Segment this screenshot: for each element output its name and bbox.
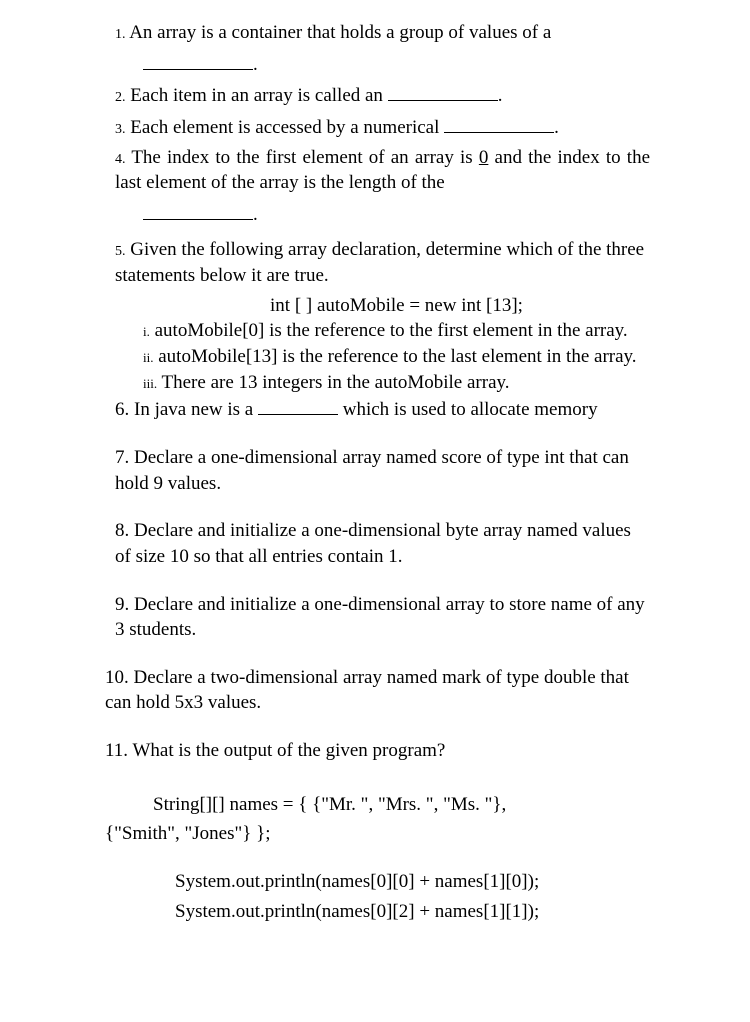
q11-code-line1: String[][] names = { {"Mr. ", "Mrs. ", "… xyxy=(153,792,650,818)
q3-number: 3. xyxy=(115,122,126,137)
question-9: 9. Declare and initialize a one-dimensio… xyxy=(115,592,650,643)
q11-code-line4: System.out.println(names[0][2] + names[1… xyxy=(175,899,650,925)
q4-zero: 0 xyxy=(479,147,489,168)
q5-i-text: autoMobile[0] is the reference to the fi… xyxy=(155,320,628,341)
q5-i-num: i. xyxy=(143,324,150,339)
question-7: 7. Declare a one-dimensional array named… xyxy=(115,445,650,496)
q7-text: Declare a one-dimensional array named sc… xyxy=(115,447,629,494)
q5-intro: Given the following array declaration, d… xyxy=(115,239,644,286)
q5-iii-num: iii. xyxy=(143,376,157,391)
question-1: 1. An array is a container that holds a … xyxy=(115,20,650,46)
q11-code-line3: System.out.println(names[0][0] + names[1… xyxy=(175,869,650,895)
q1-number: 1. xyxy=(115,27,126,42)
q5-ii-num: ii. xyxy=(143,350,153,365)
blank xyxy=(388,81,498,101)
q5-declaration: int [ ] autoMobile = new int [13]; xyxy=(143,293,650,319)
q4-line2: . xyxy=(143,200,650,228)
q11-number: 11. xyxy=(105,740,128,761)
q1-period: . xyxy=(253,54,258,75)
q5-sub-i: i. autoMobile[0] is the reference to the… xyxy=(165,318,650,344)
q6-text-a: In java new is a xyxy=(134,399,258,420)
q9-number: 9. xyxy=(115,594,129,615)
blank xyxy=(258,395,338,415)
q11-code-line2: {"Smith", "Jones"} }; xyxy=(105,821,650,847)
q10-number: 10. xyxy=(105,667,129,688)
question-4: 4. The index to the first element of an … xyxy=(115,145,650,196)
q4-text-a: The index to the first element of an arr… xyxy=(131,147,479,168)
q8-text: Declare and initialize a one-dimensional… xyxy=(115,520,631,567)
question-2: 2. Each item in an array is called an . xyxy=(115,81,650,109)
q2-number: 2. xyxy=(115,90,126,105)
q6-number: 6. xyxy=(115,399,129,420)
q9-text: Declare and initialize a one-dimensional… xyxy=(115,594,645,641)
blank xyxy=(143,200,253,220)
blank xyxy=(143,50,253,70)
blank xyxy=(444,113,554,133)
q5-sub-ii: ii. autoMobile[13] is the reference to t… xyxy=(165,344,650,370)
q8-number: 8. xyxy=(115,520,129,541)
question-3: 3. Each element is accessed by a numeric… xyxy=(115,113,650,141)
question-5: 5. Given the following array declaration… xyxy=(115,237,650,288)
q1-line2: . xyxy=(143,50,650,78)
q7-number: 7. xyxy=(115,447,129,468)
q5-ii-text: autoMobile[13] is the reference to the l… xyxy=(158,346,636,367)
q6-text-b: which is used to allocate memory xyxy=(338,399,598,420)
q5-iii-text: There are 13 integers in the autoMobile … xyxy=(162,372,510,393)
q3-period: . xyxy=(554,117,559,138)
q11-text: What is the output of the given program? xyxy=(132,740,445,761)
q2-period: . xyxy=(498,85,503,106)
q4-period: . xyxy=(253,204,258,225)
q3-text-a: Each element is accessed by a numerical xyxy=(130,117,444,138)
q10-text: Declare a two-dimensional array named ma… xyxy=(105,667,629,714)
question-6: 6. In java new is a which is used to all… xyxy=(115,395,650,423)
question-11: 11. What is the output of the given prog… xyxy=(105,738,650,764)
q5-sub-iii: iii. There are 13 integers in the autoMo… xyxy=(165,370,650,396)
question-8: 8. Declare and initialize a one-dimensio… xyxy=(115,518,650,569)
q1-text-a: An array is a container that holds a gro… xyxy=(129,22,551,43)
q5-number: 5. xyxy=(115,244,126,259)
q2-text-a: Each item in an array is called an xyxy=(130,85,387,106)
q4-number: 4. xyxy=(115,152,126,167)
question-10: 10. Declare a two-dimensional array name… xyxy=(105,665,650,716)
